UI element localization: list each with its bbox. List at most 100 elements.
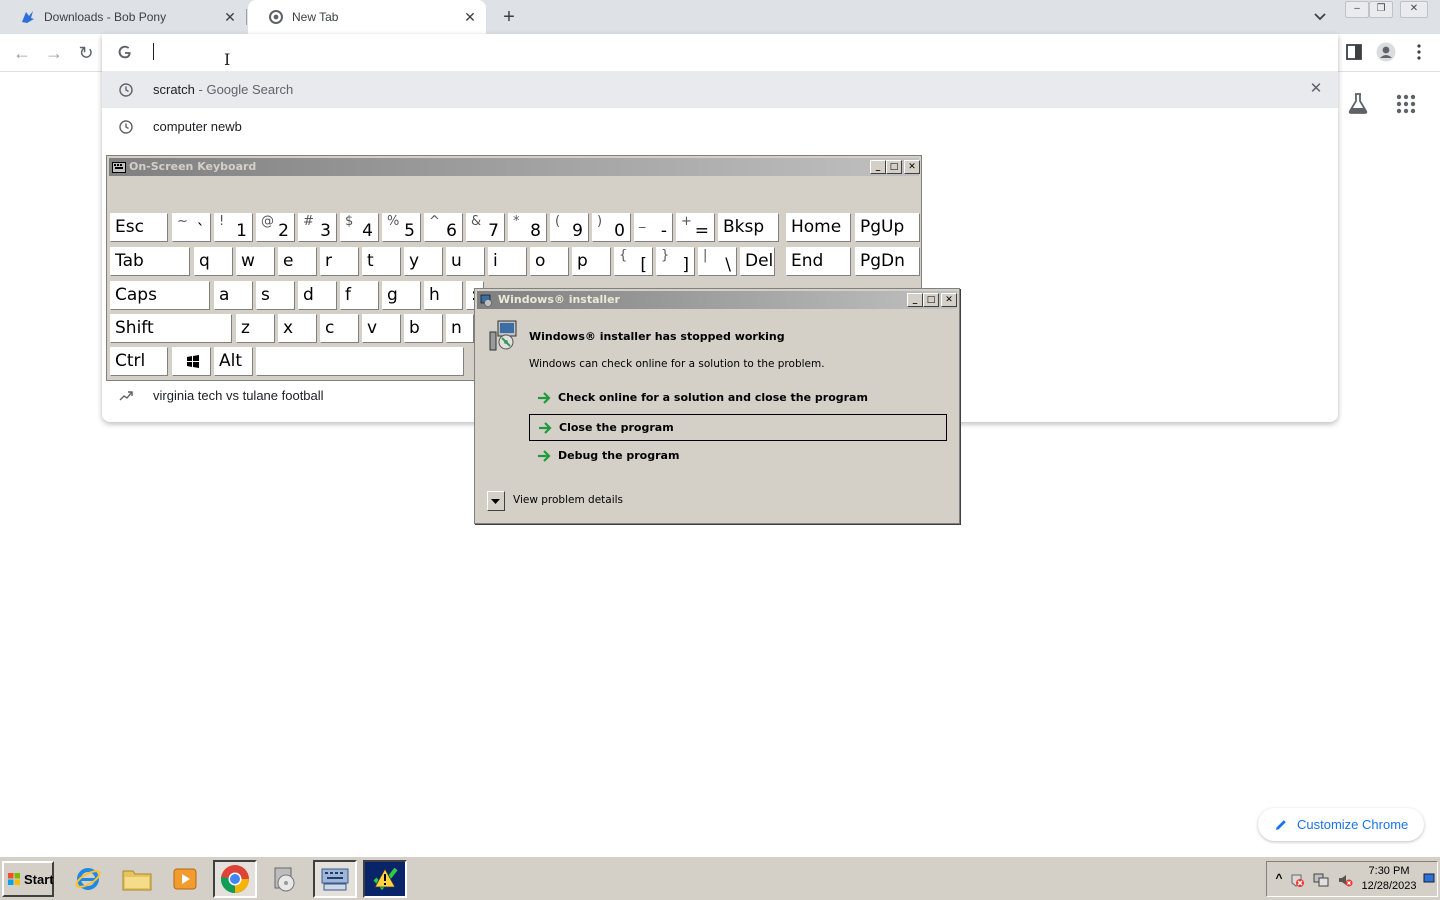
osk-key[interactable]: z [236,314,275,343]
new-tab-button[interactable]: + [498,6,520,28]
taskbar-error-reporting[interactable] [363,860,407,898]
osk-key[interactable]: n [446,314,474,343]
osk-key[interactable]: i [488,247,527,276]
osk-key[interactable]: s [256,281,295,310]
osk-key[interactable]: ! 1 [214,213,253,242]
osk-key[interactable]: g [382,281,421,310]
osk-key[interactable]: e [278,247,317,276]
osk-key[interactable]: Shift [110,314,232,343]
osk-key[interactable]: c [320,314,359,343]
clock-date[interactable]: 12/28/2023 [1359,880,1419,892]
osk-key[interactable]: % 5 [382,213,421,242]
osk-key[interactable]: u [446,247,485,276]
profile-avatar[interactable] [1376,42,1396,62]
dialog-close-button[interactable]: ✕ [941,293,957,307]
chrome-menu-button[interactable] [1409,42,1429,62]
osk-key[interactable]: ^ 6 [424,213,463,242]
osk-key[interactable]: @2 [256,213,295,242]
osk-key[interactable]: {[ [614,247,653,276]
window-close-button[interactable]: ✕ [1400,1,1428,18]
osk-key[interactable]: r [320,247,359,276]
osk-key[interactable]: (9 [550,213,589,242]
reload-button[interactable]: ↻ [75,42,97,64]
window-minimize-button[interactable]: – [1345,1,1369,18]
osk-key[interactable]: Alt [214,347,253,376]
osk-key[interactable]: Esc [110,213,168,242]
taskbar-installer[interactable] [262,860,306,898]
security-alert-icon[interactable] [1289,872,1305,888]
tab-close-button[interactable]: ✕ [462,9,478,25]
show-desktop-button[interactable] [1423,870,1435,888]
osk-key[interactable]: q [194,247,233,276]
osk-key-space[interactable] [256,347,464,376]
chrome-labs-icon[interactable] [1347,92,1369,114]
tab-search-button[interactable] [1310,8,1330,26]
osk-key[interactable]: a [214,281,253,310]
osk-key[interactable]: + = [676,213,715,242]
dialog-title-bar[interactable]: Windows® installer _ □ ✕ [477,291,957,309]
check-online-command[interactable]: Check online for a solution and close th… [529,385,947,412]
osk-key[interactable]: h [424,281,463,310]
volume-muted-icon[interactable] [1337,872,1353,888]
osk-key[interactable]: Home [786,213,851,242]
osk-key[interactable]: Del [740,247,775,276]
osk-key[interactable]: b [404,314,443,343]
start-button[interactable]: Start [2,861,54,897]
osk-key[interactable]: Bksp [718,213,779,242]
osk-key[interactable]: t [362,247,401,276]
clock-time[interactable]: 7:30 PM [1359,865,1419,877]
osk-key[interactable]: $4 [340,213,379,242]
google-apps-icon[interactable] [1396,94,1416,114]
tab-close-button[interactable]: ✕ [222,9,238,25]
osk-key[interactable]: Caps [110,281,210,310]
osk-key[interactable]: w [236,247,275,276]
osk-key[interactable]: & 7 [466,213,505,242]
osk-key[interactable]: Ctrl [110,347,168,376]
osk-key[interactable]: d [298,281,337,310]
osk-key[interactable]: f [340,281,379,310]
osk-key[interactable]: _ - [634,213,673,242]
debug-program-command[interactable]: Debug the program [529,443,947,470]
view-details-toggle[interactable] [487,491,505,511]
osk-key[interactable]: p [572,247,611,276]
osk-key[interactable]: * 8 [508,213,547,242]
forward-button[interactable]: → [43,42,65,64]
key-base-label: 3 [320,221,331,241]
side-panel-button[interactable] [1344,42,1364,62]
taskbar-media-player[interactable] [163,860,207,898]
taskbar-on-screen-keyboard[interactable] [313,860,357,898]
taskbar-file-explorer[interactable] [115,860,159,898]
osk-key[interactable]: }] [656,247,695,276]
osk-key[interactable]: | \ [698,247,737,276]
tab-new-tab[interactable]: New Tab ✕ [248,0,486,34]
dialog-maximize-button[interactable]: □ [923,293,939,307]
close-program-command[interactable]: Close the program [529,414,947,441]
suggestion-item[interactable]: scratch - Google Search ✕ [102,71,1338,108]
network-icon[interactable] [1313,872,1329,888]
osk-key[interactable]: ~ ` [172,213,211,242]
address-bar[interactable]: I [102,34,1338,71]
dialog-heading: Windows® installer has stopped working [529,330,785,343]
osk-key-windows[interactable] [172,347,211,376]
customize-chrome-button[interactable]: Customize Chrome [1258,808,1424,841]
osk-key[interactable]: #3 [298,213,337,242]
osk-key[interactable]: y [404,247,443,276]
osk-key[interactable]: PgUp [855,213,920,242]
tray-expand-button[interactable]: ^ [1271,871,1287,887]
dialog-minimize-button[interactable]: _ [907,293,923,307]
taskbar-chrome[interactable] [213,860,257,898]
osk-key[interactable]: o [530,247,569,276]
remove-suggestion-button[interactable]: ✕ [1308,81,1324,97]
suggestion-item[interactable]: computer newb [102,108,1338,145]
window-restore-button[interactable]: ❐ [1369,1,1393,18]
osk-key[interactable]: x [278,314,317,343]
taskbar-internet-explorer[interactable] [66,860,110,898]
osk-key[interactable]: v [362,314,401,343]
tab-downloads[interactable]: Downloads - Bob Pony ✕ [0,0,246,34]
osk-key[interactable]: PgDn [855,247,920,276]
osk-key[interactable]: Tab [110,247,190,276]
back-button[interactable]: ← [11,42,33,64]
osk-key[interactable]: End [786,247,851,276]
view-details-label[interactable]: View problem details [513,494,623,506]
osk-key[interactable]: ) 0 [592,213,631,242]
